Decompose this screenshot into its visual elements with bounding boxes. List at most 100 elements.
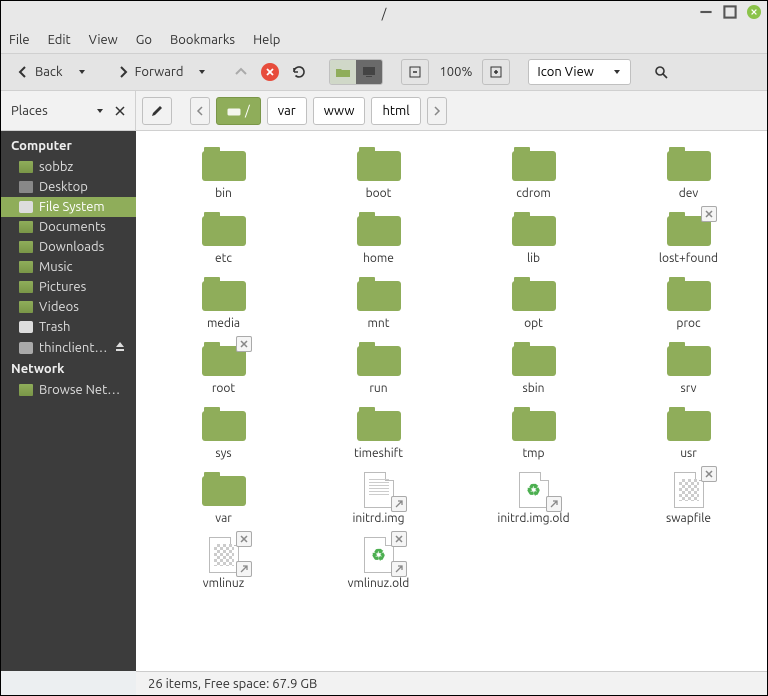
file-item[interactable]: dev [611, 143, 766, 208]
file-item-label: lib [527, 252, 540, 265]
symlink-emblem-icon [391, 496, 407, 512]
sidebar-heading: Computer [1, 135, 136, 157]
window-controls [699, 5, 761, 19]
file-item[interactable]: vmlinuz [146, 533, 301, 598]
places-label: Places [11, 104, 48, 118]
sidebar-item-pictures[interactable]: Pictures [1, 277, 136, 297]
file-item[interactable]: usr [611, 403, 766, 468]
file-item[interactable]: bin [146, 143, 301, 208]
file-item[interactable]: run [301, 338, 456, 403]
zoom-level: 100% [433, 65, 478, 79]
menubar: File Edit View Go Bookmarks Help [1, 27, 767, 53]
zoom-in-button[interactable] [482, 59, 510, 85]
folder-icon [19, 384, 33, 396]
eject-icon[interactable] [114, 340, 126, 355]
reload-button[interactable] [287, 60, 311, 84]
file-item[interactable]: home [301, 208, 456, 273]
folder-icon [512, 277, 556, 311]
sidebar-item-trash[interactable]: Trash [1, 317, 136, 337]
no-access-emblem-icon [701, 466, 717, 482]
zoom-out-button[interactable] [401, 59, 429, 85]
folder-icon [19, 301, 33, 313]
folder-icon [667, 277, 711, 311]
menu-help[interactable]: Help [253, 33, 280, 47]
forward-history-dropdown[interactable] [193, 63, 211, 81]
view-mode-select[interactable]: Icon View [528, 59, 630, 85]
sidebar-item-browse-network[interactable]: Browse Network [1, 380, 136, 400]
file-item-label: cdrom [516, 187, 550, 200]
titlebar: / [1, 1, 767, 27]
folder-icon [19, 241, 33, 253]
file-item[interactable]: ♻initrd.img.old [456, 468, 611, 533]
file-item[interactable]: boot [301, 143, 456, 208]
sidebar-item-videos[interactable]: Videos [1, 297, 136, 317]
file-item[interactable]: proc [611, 273, 766, 338]
file-item[interactable]: srv [611, 338, 766, 403]
minimize-button[interactable] [699, 5, 713, 19]
sidebar-item-label: Documents [39, 220, 126, 234]
file-item[interactable]: var [146, 468, 301, 533]
folder-icon [202, 407, 246, 441]
file-item-label: initrd.img [352, 512, 404, 525]
breadcrumb-3[interactable]: html [371, 97, 420, 125]
file-item[interactable]: lib [456, 208, 611, 273]
sidebar-item-desktop[interactable]: Desktop [1, 177, 136, 197]
file-item[interactable]: lost+found [611, 208, 766, 273]
sidebar-item-sobbz[interactable]: sobbz [1, 157, 136, 177]
menu-view[interactable]: View [89, 33, 118, 47]
sidebar-item-label: sobbz [39, 160, 126, 174]
up-button[interactable] [229, 60, 253, 84]
maximize-button[interactable] [723, 5, 737, 19]
back-button[interactable]: Back [9, 60, 69, 84]
file-icon [357, 472, 401, 506]
back-label: Back [35, 65, 63, 79]
search-button[interactable] [649, 60, 673, 84]
back-history-dropdown[interactable] [73, 63, 91, 81]
file-item[interactable]: sbin [456, 338, 611, 403]
places-close-icon[interactable] [115, 106, 125, 116]
file-item[interactable]: swapfile [611, 468, 766, 533]
menu-edit[interactable]: Edit [48, 33, 71, 47]
file-view[interactable]: binboot cdrom dev etchome lib lost+found media… [136, 131, 767, 671]
file-item[interactable]: ♻vmlinuz.old [301, 533, 456, 598]
stop-button[interactable] [257, 59, 283, 85]
sidebar: Computer sobbz DesktopFile System Documents… [1, 131, 136, 671]
menu-file[interactable]: File [9, 33, 30, 47]
forward-button[interactable]: Forward [109, 60, 190, 84]
file-item[interactable]: sys [146, 403, 301, 468]
file-item-label: opt [524, 317, 543, 330]
file-item-label: var [215, 512, 232, 525]
sidebar-item-documents[interactable]: Documents [1, 217, 136, 237]
sidebar-item-music[interactable]: Music [1, 257, 136, 277]
breadcrumb-1[interactable]: var [267, 97, 307, 125]
file-item[interactable]: opt [456, 273, 611, 338]
computer-view-button[interactable] [356, 60, 382, 84]
close-button[interactable] [747, 5, 761, 19]
file-item-label: dev [679, 187, 699, 200]
file-item[interactable]: mnt [301, 273, 456, 338]
breadcrumb-0[interactable]: / [216, 97, 261, 125]
places-header: Places [1, 91, 136, 130]
file-item[interactable]: cdrom [456, 143, 611, 208]
file-item[interactable]: timeshift [301, 403, 456, 468]
file-icon: ♻ [512, 472, 556, 506]
file-item[interactable]: etc [146, 208, 301, 273]
sidebar-item-downloads[interactable]: Downloads [1, 237, 136, 257]
file-item-label: vmlinuz [203, 577, 245, 590]
menu-go[interactable]: Go [136, 33, 152, 47]
edit-path-button[interactable] [142, 97, 172, 125]
file-item[interactable]: initrd.img [301, 468, 456, 533]
file-item[interactable]: tmp [456, 403, 611, 468]
chevron-down-icon [612, 67, 622, 77]
home-view-button[interactable] [330, 60, 356, 84]
menu-bookmarks[interactable]: Bookmarks [170, 33, 235, 47]
sidebar-item-thinclient-d-[interactable]: thinclient_d… [1, 337, 136, 358]
file-item[interactable]: media [146, 273, 301, 338]
file-item[interactable]: root [146, 338, 301, 403]
no-access-emblem-icon [701, 206, 717, 222]
sidebar-item-file-system[interactable]: File System [1, 197, 136, 217]
places-dropdown-icon[interactable] [95, 106, 105, 116]
path-prev-button[interactable] [190, 97, 210, 125]
breadcrumb-2[interactable]: www [313, 97, 366, 125]
path-next-button[interactable] [427, 97, 447, 125]
